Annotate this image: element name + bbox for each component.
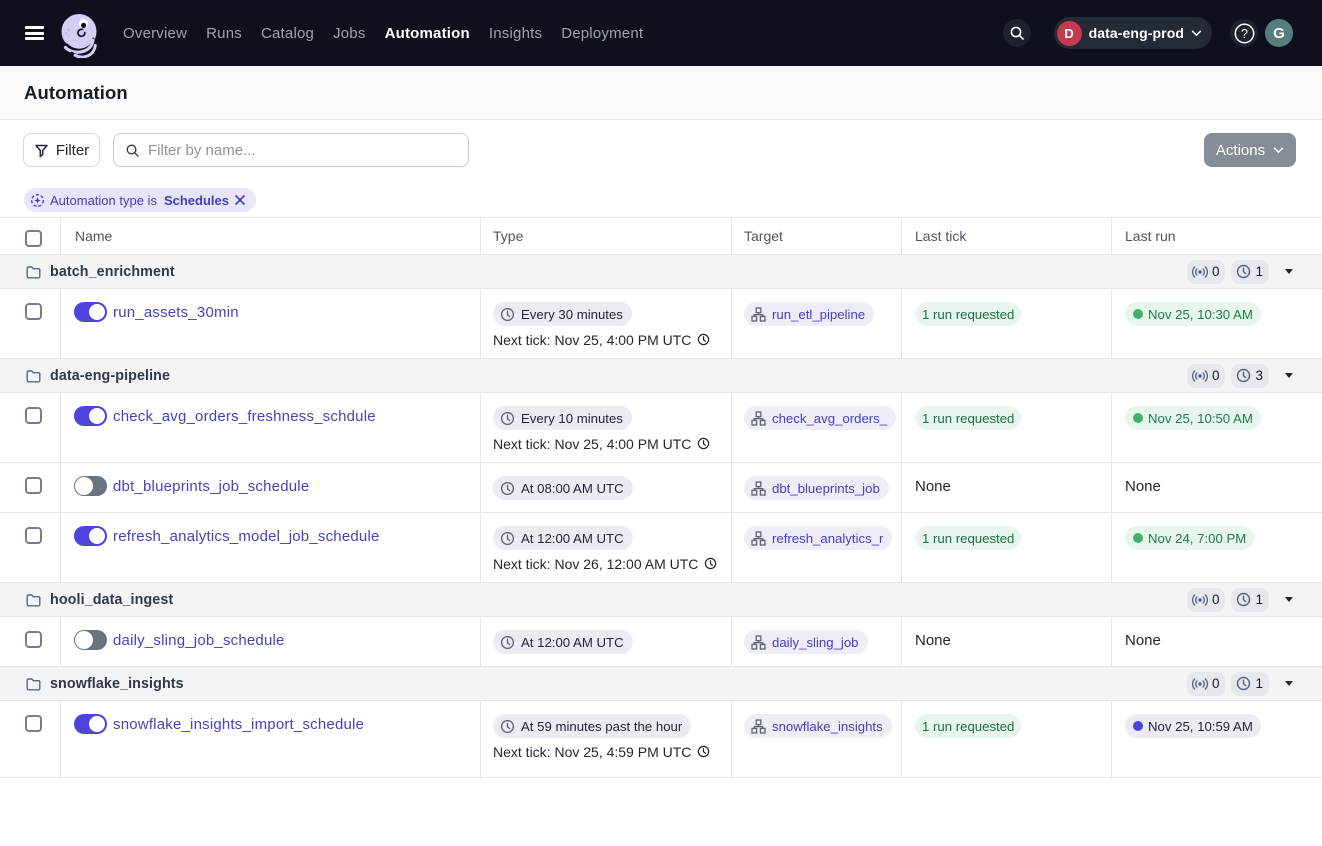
svg-text:?: ? — [1241, 27, 1248, 41]
